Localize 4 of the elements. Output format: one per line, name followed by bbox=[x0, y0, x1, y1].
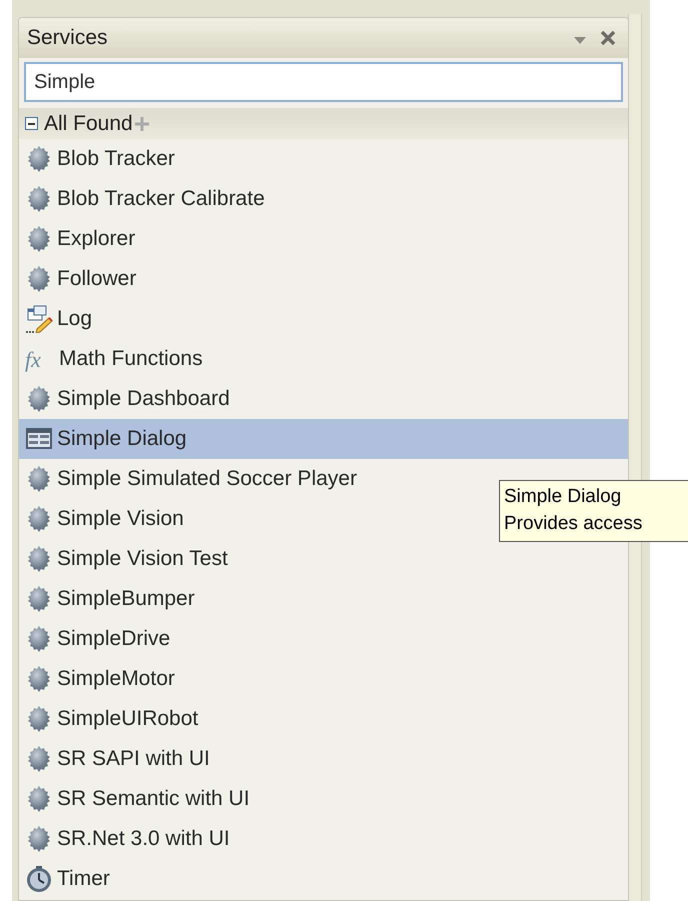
function-icon: fx bbox=[25, 342, 55, 376]
panel-title: Services bbox=[27, 25, 108, 52]
tooltip-title: Simple Dialog bbox=[504, 485, 622, 509]
tooltip-text: Provides access bbox=[504, 512, 642, 536]
